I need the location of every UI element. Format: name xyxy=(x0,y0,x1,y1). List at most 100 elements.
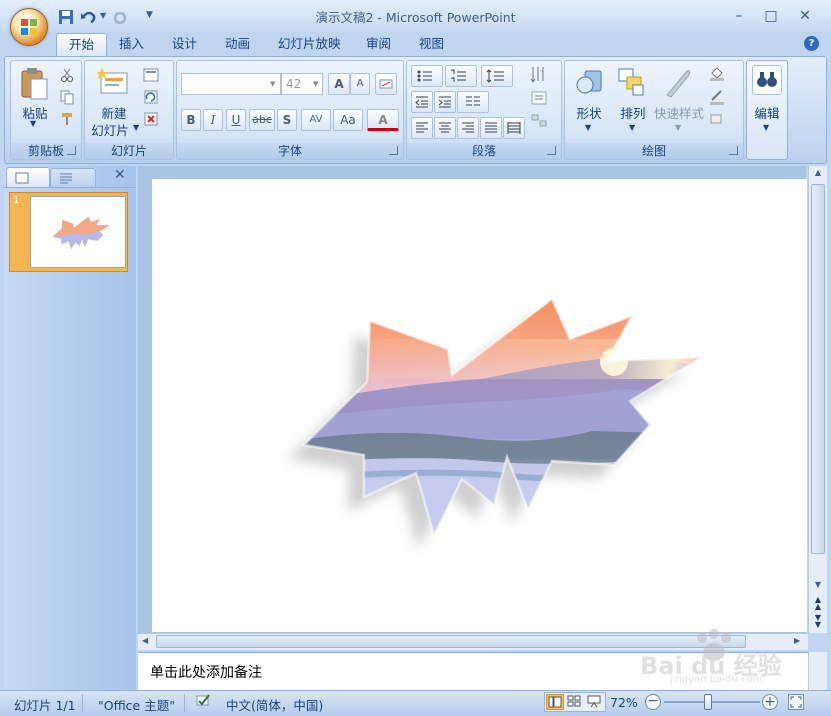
tab-animations[interactable]: 动画 xyxy=(213,33,262,56)
reset-slide-icon[interactable] xyxy=(143,89,159,105)
align-center-icon[interactable] xyxy=(434,117,456,139)
new-slide-label-2[interactable]: 幻灯片 xyxy=(87,120,133,139)
next-slide-icon[interactable]: ▼ ▼ xyxy=(811,614,825,629)
increase-indent-icon[interactable] xyxy=(434,91,456,113)
text-shadow-button[interactable]: S xyxy=(277,109,297,131)
slide-canvas[interactable] xyxy=(152,179,807,632)
paste-dropdown-icon[interactable]: ▼ xyxy=(30,119,36,128)
change-case-button[interactable]: Aa xyxy=(333,109,363,131)
slide-sorter-icon[interactable] xyxy=(566,694,584,710)
arrange-icon[interactable] xyxy=(615,65,649,99)
character-spacing-button[interactable]: AV xyxy=(301,109,331,131)
tab-slideshow[interactable]: 幻灯片放映 xyxy=(266,33,353,56)
shape-fill-icon[interactable] xyxy=(709,65,725,81)
outline-tab[interactable] xyxy=(50,168,96,187)
shapes-dropdown-icon[interactable]: ▼ xyxy=(585,123,591,132)
redo-icon[interactable] xyxy=(111,9,129,25)
font-color-button[interactable]: A xyxy=(367,109,399,131)
clipboard-launcher-icon[interactable] xyxy=(67,146,76,155)
underline-button[interactable]: U xyxy=(226,109,246,131)
quick-styles-dropdown-icon[interactable]: ▼ xyxy=(675,123,681,132)
notes-scrollbar[interactable] xyxy=(808,652,827,690)
zoom-in-icon[interactable]: + xyxy=(762,694,778,710)
justify-icon[interactable] xyxy=(480,117,502,139)
copy-icon[interactable] xyxy=(59,89,75,105)
customize-toolbar-button[interactable]: ▼ xyxy=(146,10,153,20)
new-slide-dropdown-icon[interactable]: ▼ xyxy=(133,123,139,132)
new-slide-icon[interactable] xyxy=(96,67,129,97)
scroll-down-icon[interactable]: ▼ xyxy=(811,580,825,589)
cut-icon[interactable] xyxy=(59,67,75,83)
clear-formatting-icon[interactable] xyxy=(375,73,397,95)
normal-view-icon[interactable] xyxy=(546,694,564,710)
text-direction-icon[interactable] xyxy=(529,65,551,85)
slideshow-icon[interactable] xyxy=(586,694,604,710)
undo-icon[interactable] xyxy=(80,9,98,25)
save-icon[interactable] xyxy=(58,9,76,25)
shapes-button[interactable]: 形状 xyxy=(569,103,609,122)
scroll-up-icon[interactable]: ▲ xyxy=(811,168,825,182)
numbering-icon[interactable] xyxy=(445,65,477,87)
zoom-out-icon[interactable]: − xyxy=(645,694,661,710)
undo-dropdown-icon[interactable]: ▼ xyxy=(100,11,106,20)
drawing-launcher-icon[interactable] xyxy=(729,146,738,155)
paste-icon[interactable] xyxy=(19,67,49,101)
line-spacing-icon[interactable] xyxy=(481,65,513,87)
zoom-level[interactable]: 72% xyxy=(610,695,638,710)
language-indicator[interactable]: 中文(简体，中国) xyxy=(226,695,323,714)
tab-view[interactable]: 视图 xyxy=(407,33,456,56)
tab-design[interactable]: 设计 xyxy=(160,33,209,56)
previous-slide-icon[interactable]: ▲ ▲ xyxy=(811,596,825,611)
strikethrough-button[interactable]: abc xyxy=(249,109,275,131)
minimize-button[interactable]: – xyxy=(725,6,753,26)
layout-icon[interactable] xyxy=(143,67,159,83)
font-name-combo[interactable] xyxy=(181,73,281,95)
editing-button[interactable]: 编辑 xyxy=(747,103,787,122)
starburst-picture[interactable] xyxy=(152,179,807,632)
spelling-check-icon[interactable] xyxy=(195,693,211,709)
delete-slide-icon[interactable] xyxy=(143,111,159,127)
shape-outline-icon[interactable] xyxy=(709,89,725,105)
format-painter-icon[interactable] xyxy=(59,111,75,127)
align-left-icon[interactable] xyxy=(411,117,433,139)
find-binoculars-icon[interactable] xyxy=(752,65,782,95)
bullets-icon[interactable] xyxy=(411,65,443,87)
vertical-scrollbar[interactable]: ▲ ▼ ▲ ▲ ▼ ▼ xyxy=(808,166,827,633)
slide-count: 幻灯片 1/1 xyxy=(14,698,76,713)
font-size-dropdown-icon[interactable]: ▼ xyxy=(313,80,318,88)
align-right-icon[interactable] xyxy=(457,117,479,139)
bold-button[interactable]: B xyxy=(181,109,201,131)
help-icon[interactable]: ? xyxy=(804,36,819,51)
decrease-indent-icon[interactable] xyxy=(411,91,433,113)
scroll-right-icon[interactable]: ▶ xyxy=(794,636,800,645)
arrange-button[interactable]: 排列 xyxy=(613,103,653,122)
paragraph-launcher-icon[interactable] xyxy=(547,146,556,155)
zoom-slider-thumb[interactable] xyxy=(704,694,713,710)
quick-styles-icon[interactable] xyxy=(663,65,693,99)
quick-styles-button[interactable]: 快速样式 xyxy=(653,103,705,122)
distributed-icon[interactable] xyxy=(503,117,525,139)
maximize-button[interactable]: □ xyxy=(757,6,785,26)
slides-tab[interactable] xyxy=(6,167,50,187)
columns-icon[interactable] xyxy=(457,91,489,113)
scroll-left-icon[interactable]: ◀ xyxy=(142,636,148,645)
tab-home[interactable]: 开始 xyxy=(56,33,108,56)
italic-button[interactable]: I xyxy=(203,109,223,131)
fit-to-window-icon[interactable] xyxy=(788,694,804,710)
shape-effects-icon[interactable] xyxy=(709,111,725,127)
grow-font-button[interactable]: A xyxy=(328,73,350,95)
shrink-font-button[interactable]: A xyxy=(350,73,370,95)
shapes-icon[interactable] xyxy=(573,65,607,99)
close-pane-button[interactable]: ✕ xyxy=(114,167,126,183)
tab-review[interactable]: 审阅 xyxy=(354,33,403,56)
align-text-icon[interactable] xyxy=(529,89,551,109)
tab-insert[interactable]: 插入 xyxy=(107,33,156,56)
font-launcher-icon[interactable] xyxy=(389,146,398,155)
editing-dropdown-icon[interactable]: ▼ xyxy=(763,123,769,132)
font-name-dropdown-icon[interactable]: ▼ xyxy=(270,80,275,88)
smartart-icon[interactable] xyxy=(529,111,551,131)
close-button[interactable]: ✕ xyxy=(791,6,819,26)
vertical-scroll-thumb[interactable] xyxy=(811,184,825,554)
arrange-dropdown-icon[interactable]: ▼ xyxy=(629,123,635,132)
slide-thumbnail[interactable]: 1 xyxy=(9,192,128,272)
